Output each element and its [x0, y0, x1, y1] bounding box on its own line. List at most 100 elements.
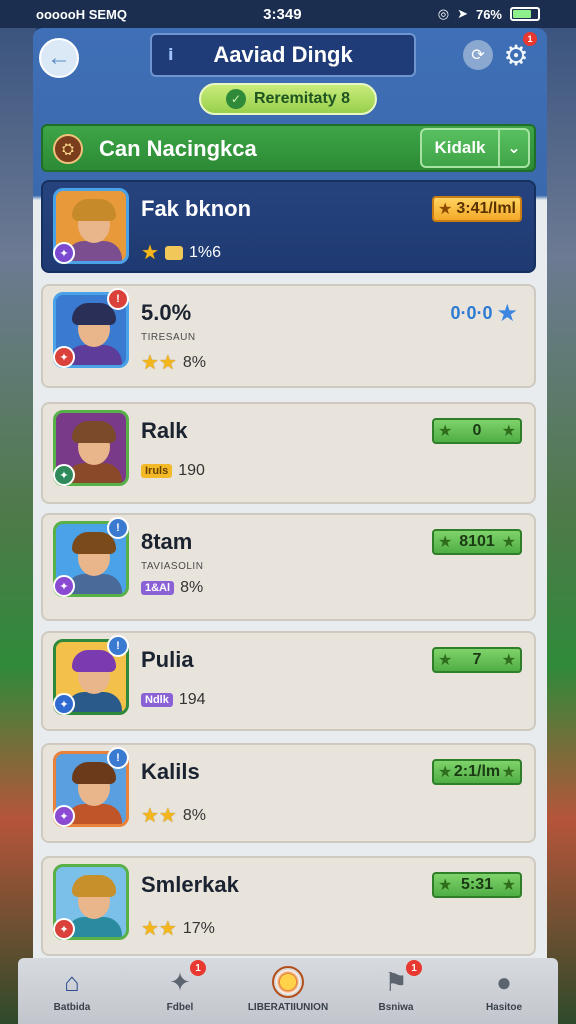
star-rating-icon: ★★	[141, 918, 177, 940]
player-name: Smlerkak	[141, 872, 239, 897]
star-icon: ★	[501, 534, 516, 551]
group-bar: ⛭ Can Nacingkca Kidalk ⌄	[41, 124, 536, 172]
player-stats: ★★ 8%	[141, 350, 206, 375]
player-card[interactable]: ✦! 8tam TAVIASOLIN 1&Al 8% ★ 8101 ★	[41, 513, 536, 621]
star-icon: ★	[438, 201, 453, 218]
score-value: 0	[472, 422, 482, 439]
star-rating-icon: ★★	[141, 352, 177, 374]
settings-badge: 1	[523, 32, 537, 46]
status-bar: oooooH SEMQ 3:349 ◎ ➤ 76%	[0, 0, 576, 28]
player-card[interactable]: ✦! Kalils ★★ 8% ★ 2:1/lm ★	[41, 743, 536, 843]
card-tag-icon	[164, 245, 183, 260]
player-stat-value: 1%6	[188, 243, 221, 261]
clock: 3:349	[263, 5, 302, 23]
player-stats: Ndlk 194	[141, 691, 206, 709]
nav-item-hasitoe[interactable]: ● Hasitoe	[454, 958, 554, 1024]
location-icon: ➤	[457, 6, 468, 21]
player-name: 8tam	[141, 529, 193, 554]
role-badge-icon: ✦	[53, 242, 75, 264]
player-name: Ralk	[141, 418, 188, 443]
level-badge-icon: !	[107, 517, 129, 539]
battery-percent: 76%	[475, 6, 502, 22]
notification-badge: 1	[190, 960, 206, 976]
nav-item-liberatiiunion[interactable]: LIBERATIIUNION	[238, 958, 338, 1024]
player-subtitle: TIRESAUN	[141, 332, 196, 343]
avatar-hair	[72, 875, 116, 897]
player-score: ★ 2:1/lm ★	[432, 759, 522, 785]
player-stat-value: 8%	[182, 806, 206, 824]
player-card[interactable]: ✦! 5.0% TIRESAUN ★★ 8% 0·0·0 ★	[41, 284, 536, 388]
star-icon: ★	[501, 423, 516, 440]
avatar-hair	[72, 199, 116, 221]
score-value: 5:31	[460, 876, 494, 893]
star-icon: ★	[438, 423, 453, 440]
nav-label: LIBERATIIUNION	[247, 1002, 329, 1013]
star-icon: ★	[438, 764, 453, 781]
signal-icon: ◎	[437, 6, 450, 21]
role-badge-icon: ✦	[53, 575, 75, 597]
page-title: Aaviad Dingk	[213, 42, 353, 67]
player-stat-value: 8%	[182, 353, 206, 371]
reward-button[interactable]: ✓ Reremitaty 8	[199, 83, 377, 115]
score-value: 2:1/lm	[453, 763, 501, 780]
player-stats: ★ 1%6	[141, 240, 221, 265]
player-name: Fak bknon	[141, 196, 252, 221]
bottom-nav: ⌂ Batbida ✦ Fdbel 1 LIBERATIIUNION ⚑ Bsniwa 1 ● Ha…	[18, 958, 558, 1024]
player-card[interactable]: ✦ Ralk Iruls 190 ★ 0 ★	[41, 402, 536, 504]
star-icon: ★	[438, 534, 453, 551]
player-stat-value: 17%	[182, 919, 215, 937]
player-score: ★ 3:41/lml	[432, 196, 522, 222]
stadium-background-left	[0, 0, 36, 1024]
coin-icon	[272, 966, 304, 998]
player-stat-value: 190	[178, 462, 205, 479]
reward-label: Reremitaty 8	[253, 90, 351, 107]
level-badge-icon: !	[107, 747, 129, 769]
score-value: 3:41/lml	[456, 200, 516, 217]
role-badge-icon: ✦	[53, 464, 75, 486]
player-card[interactable]: ✦ Smlerkak ★★ 17% ★ 5:31 ★	[41, 856, 536, 956]
arrow-left-icon: ←	[47, 44, 71, 71]
title-banner: ⅰ Aaviad Dingk	[150, 33, 416, 77]
info-icon[interactable]: ⅰ	[168, 45, 173, 65]
level-badge-icon: !	[107, 635, 129, 657]
back-button[interactable]: ←	[39, 38, 79, 78]
nav-label: Fdbel	[166, 1002, 194, 1013]
star-icon: ★	[501, 764, 516, 781]
player-score: ★ 8101 ★	[432, 529, 522, 555]
player-stat-value: 194	[178, 691, 206, 708]
player-tag: Iruls	[141, 464, 173, 478]
chevron-down-icon: ⌄	[498, 130, 528, 166]
player-stats: ★★ 8%	[141, 803, 206, 828]
player-name: 5.0%	[141, 300, 192, 325]
star-icon: ★	[496, 299, 518, 327]
role-badge-icon: ✦	[53, 918, 75, 940]
score-value: 7	[472, 651, 482, 668]
refresh-icon[interactable]: ⟳	[463, 40, 493, 70]
star-icon: ★	[501, 652, 516, 669]
player-score: 0·0·0 ★	[432, 299, 522, 327]
carrier-label: oooooH SEMQ	[36, 6, 127, 22]
role-badge-icon: ✦	[53, 805, 75, 827]
player-stats: 1&Al 8%	[141, 579, 203, 597]
profile-icon: ●	[496, 966, 512, 997]
check-icon: ✓	[225, 89, 246, 109]
player-card[interactable]: ✦ Fak bknon ★ 1%6 ★ 3:41/lml	[41, 180, 536, 273]
player-stats: ★★ 17%	[141, 916, 215, 941]
player-name: Kalils	[141, 759, 200, 784]
star-rating-icon: ★★	[141, 805, 177, 827]
nav-label: Bsniwa	[378, 1002, 414, 1013]
player-name: Pulia	[141, 647, 194, 672]
star-icon: ★	[501, 877, 516, 894]
nav-item-batbida[interactable]: ⌂ Batbida	[22, 958, 122, 1024]
group-dropdown[interactable]: Kidalk ⌄	[420, 128, 530, 168]
score-value: 8101	[459, 533, 495, 550]
star-icon: ★	[438, 652, 453, 669]
nav-item-fdbel[interactable]: ✦ Fdbel 1	[130, 958, 230, 1024]
nav-label: Batbida	[53, 1002, 91, 1013]
player-card[interactable]: ✦! Pulia Ndlk 194 ★ 7 ★	[41, 631, 536, 731]
role-badge-icon: ✦	[53, 346, 75, 368]
player-tag: Ndlk	[141, 693, 173, 707]
battery-icon	[510, 7, 540, 21]
player-tag: 1&Al	[141, 581, 175, 595]
nav-item-bsniwa[interactable]: ⚑ Bsniwa 1	[346, 958, 446, 1024]
